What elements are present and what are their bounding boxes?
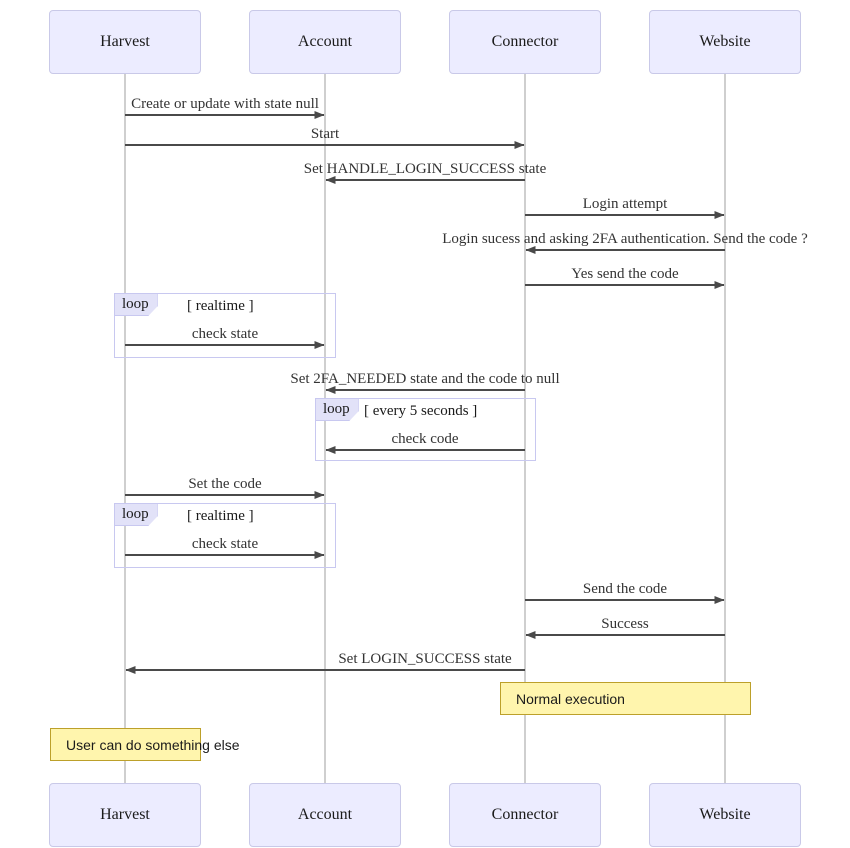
message-label-m9: check code (391, 431, 459, 447)
participant-label-connector-footer: Connector (491, 806, 559, 823)
message-label-m1: Create or update with state null (131, 96, 319, 112)
participant-label-account: Account (297, 33, 353, 50)
participant-label-website: Website (699, 33, 751, 50)
loop-tag-label: loop (122, 506, 149, 522)
participant-label-harvest: Harvest (100, 33, 150, 50)
loop-condition-loop2: [ every 5 seconds ] (364, 403, 478, 419)
message-label-m11: check state (191, 536, 259, 552)
participant-label-website-footer: Website (699, 806, 751, 823)
participant-box-connector-footer[interactable]: Connector (449, 783, 601, 847)
participant-box-harvest[interactable]: Harvest (49, 10, 201, 74)
loop-tag-label: loop (323, 401, 350, 417)
participant-box-website-footer[interactable]: Website (649, 783, 801, 847)
participant-box-account-footer[interactable]: Account (249, 783, 401, 847)
loop-tag-loop2: loop (316, 399, 359, 421)
loop-tag-loop3: loop (115, 504, 158, 526)
message-label-m8: Set 2FA_NEEDED state and the code to nul… (290, 371, 560, 387)
participant-box-connector[interactable]: Connector (449, 10, 601, 74)
message-label-m14: Set LOGIN_SUCCESS state (338, 651, 512, 667)
message-label-m12: Send the code (582, 581, 668, 597)
note-text: User can do something else (66, 736, 240, 753)
sequence-diagram: Harvest Account Connector Website Harvest Ac… (0, 0, 850, 848)
message-label-m2: Start (310, 126, 340, 142)
participant-box-account[interactable]: Account (249, 10, 401, 74)
message-label-m3: Set HANDLE_LOGIN_SUCCESS state (303, 161, 547, 177)
note-normal-execution[interactable]: Normal execution (500, 682, 751, 715)
loop-tag-label: loop (122, 296, 149, 312)
participant-box-harvest-footer[interactable]: Harvest (49, 783, 201, 847)
participant-box-website[interactable]: Website (649, 10, 801, 74)
loop-condition-loop3: [ realtime ] (187, 508, 254, 524)
note-text: Normal execution (516, 690, 625, 707)
message-label-m10: Set the code (188, 476, 262, 492)
note-user-something-else[interactable]: User can do something else (50, 728, 240, 761)
loop-condition-loop1: [ realtime ] (187, 298, 254, 314)
message-label-m5: Login sucess and asking 2FA authenticati… (442, 231, 808, 247)
participant-label-harvest-footer: Harvest (100, 806, 150, 823)
message-label-m4: Login attempt (582, 196, 668, 212)
participant-label-account-footer: Account (297, 806, 353, 823)
participant-label-connector: Connector (491, 33, 559, 50)
message-label-m6: Yes send the code (571, 266, 679, 282)
message-label-m7: check state (191, 326, 259, 342)
loop-tag-loop1: loop (115, 294, 158, 316)
message-label-m13: Success (601, 616, 649, 632)
